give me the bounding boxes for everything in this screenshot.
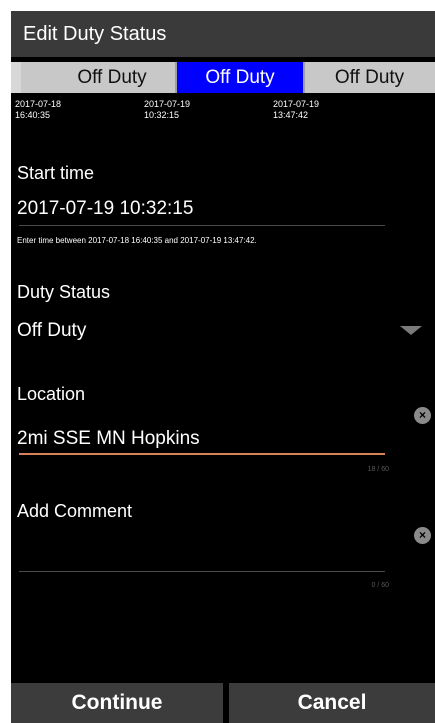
location-input[interactable]: 2mi SSE MN Hopkins — [17, 428, 200, 450]
location-char-counter: 18 / 60 — [367, 466, 389, 473]
timeline-divider — [303, 62, 305, 93]
start-time-underline — [19, 225, 385, 226]
timeline-timestamp: 2017-07-19 13:47:42 — [273, 99, 319, 121]
timeline-segment-next[interactable]: Off Duty — [304, 62, 435, 93]
timestamp-time: 16:40:35 — [15, 110, 51, 120]
timestamp-date: 2017-07-19 — [273, 99, 320, 109]
location-label: Location — [17, 384, 86, 404]
edit-duty-status-dialog: Edit Duty Status Off Duty Off Duty Off D… — [11, 11, 435, 723]
start-time-field[interactable]: 2017-07-19 10:32:15 — [17, 198, 193, 220]
timeline-segment-previous[interactable]: Off Duty — [48, 62, 176, 93]
clear-location-icon[interactable]: × — [414, 407, 431, 424]
add-comment-label: Add Comment — [17, 501, 133, 521]
location-underline — [19, 453, 385, 455]
timeline-divider — [175, 62, 177, 93]
comment-input[interactable] — [17, 541, 387, 567]
timeline-timestamp: 2017-07-19 10:32:15 — [144, 99, 190, 121]
dropdown-arrow-icon[interactable] — [400, 326, 422, 335]
duty-timeline: Off Duty Off Duty Off Duty — [11, 62, 435, 93]
timeline-edge — [11, 62, 21, 93]
timeline-timestamp: 2017-07-18 16:40:35 — [15, 99, 61, 121]
cancel-button[interactable]: Cancel — [229, 683, 435, 723]
comment-char-counter: 0 / 60 — [371, 582, 389, 589]
comment-underline — [19, 571, 385, 572]
timestamp-date: 2017-07-19 — [144, 99, 191, 109]
start-time-label: Start time — [17, 163, 95, 183]
timestamp-date: 2017-07-18 — [15, 99, 62, 109]
start-time-hint: Enter time between 2017-07-18 16:40:35 a… — [17, 236, 257, 245]
clear-comment-icon[interactable]: × — [414, 527, 431, 544]
duty-status-label: Duty Status — [17, 282, 111, 302]
dialog-title: Edit Duty Status — [11, 11, 435, 57]
duty-status-select[interactable]: Off Duty — [17, 320, 86, 342]
timestamp-time: 13:47:42 — [273, 110, 309, 120]
continue-button[interactable]: Continue — [11, 683, 223, 723]
timestamp-time: 10:32:15 — [144, 110, 180, 120]
timeline-segment-selected[interactable]: Off Duty — [176, 62, 304, 93]
